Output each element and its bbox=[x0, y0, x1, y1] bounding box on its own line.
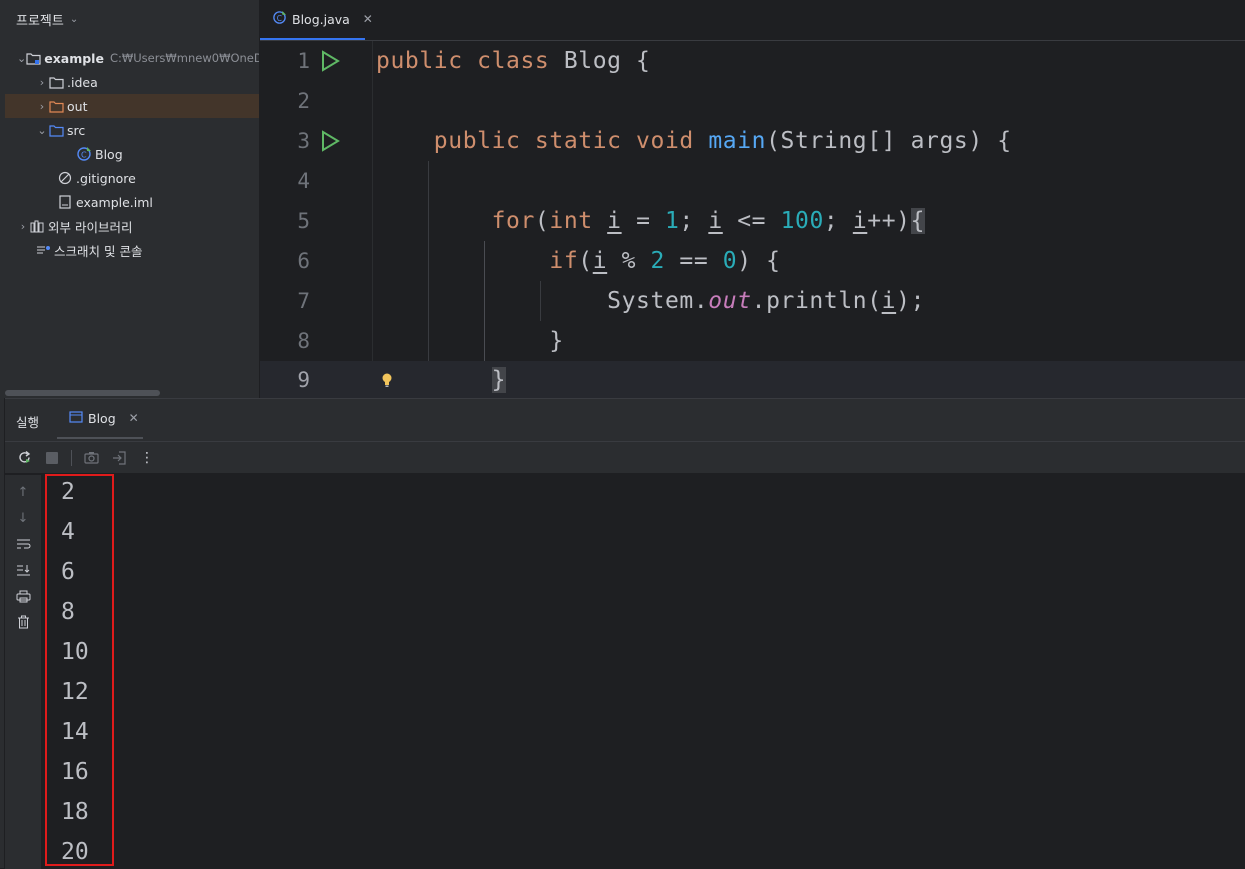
code-line-current[interactable]: 9 } bbox=[260, 361, 1245, 398]
source-folder-icon bbox=[48, 123, 64, 137]
ignore-file-icon bbox=[57, 171, 73, 185]
code-line[interactable]: 8 } bbox=[260, 321, 1245, 361]
tab-blog-java[interactable]: C Blog.java ✕ bbox=[260, 0, 373, 40]
svg-text:C: C bbox=[277, 14, 282, 23]
run-tool-window: 실행 Blog ✕ ⋮ ↑ ↓ 2 4 6 8 10 12 14 16 18 2… bbox=[5, 398, 1245, 869]
tree-item-label: .gitignore bbox=[76, 170, 136, 186]
arrow-up-icon[interactable]: ↑ bbox=[14, 483, 32, 501]
scroll-to-end-icon[interactable] bbox=[14, 561, 32, 579]
line-number: 4 bbox=[297, 169, 310, 193]
project-panel-title-label: 프로젝트 bbox=[16, 14, 64, 29]
run-toolbar: ⋮ bbox=[5, 442, 1245, 474]
code-text: } bbox=[376, 328, 564, 354]
console-side-toolbar: ↑ ↓ bbox=[5, 475, 41, 869]
chevron-down-icon[interactable]: ⌄ bbox=[17, 52, 26, 65]
code-text: if(i % 2 == 0) { bbox=[549, 248, 781, 274]
line-number: 2 bbox=[297, 89, 310, 113]
tree-item-label: 외부 라이브러리 bbox=[48, 219, 133, 235]
line-number: 3 bbox=[297, 129, 310, 153]
tab-label: Blog.java bbox=[292, 11, 350, 27]
code-editor[interactable]: C Blog.java ✕ 1 public class Blog { 2 3 … bbox=[260, 0, 1245, 398]
java-class-icon: C bbox=[272, 10, 287, 28]
code-line[interactable]: 3 public static void main(String[] args)… bbox=[260, 121, 1245, 161]
code-line[interactable]: 5 for(int i = 1; i <= 100; i++){ bbox=[260, 201, 1245, 241]
tree-item-label: example bbox=[44, 50, 104, 66]
code-text: System.out.println(i); bbox=[376, 288, 926, 314]
tree-item-label: example.iml bbox=[76, 194, 153, 210]
chevron-right-icon[interactable]: › bbox=[17, 220, 29, 233]
tree-item-gitignore[interactable]: .gitignore bbox=[5, 166, 259, 190]
tree-item-blog[interactable]: C Blog bbox=[5, 142, 259, 166]
tab-run-blog[interactable]: Blog ✕ bbox=[57, 399, 143, 439]
tree-item-scratches[interactable]: 스크래치 및 콘솔 bbox=[5, 238, 259, 262]
console-icon bbox=[69, 410, 83, 426]
more-options-icon[interactable]: ⋮ bbox=[138, 449, 156, 467]
line-number: 1 bbox=[297, 49, 310, 73]
output-highlight-box bbox=[45, 474, 114, 866]
code-line[interactable]: 7 System.out.println(i); bbox=[260, 281, 1245, 321]
project-panel-title[interactable]: 프로젝트 ⌄ bbox=[16, 10, 78, 29]
print-icon[interactable] bbox=[14, 587, 32, 605]
svg-text:C: C bbox=[81, 151, 87, 160]
file-icon bbox=[57, 195, 73, 209]
project-path: C:₩Users₩mnew0₩OneDriv bbox=[109, 51, 259, 65]
code-line[interactable]: 2 bbox=[260, 81, 1245, 121]
code-text: } bbox=[491, 366, 507, 393]
code-line[interactable]: 6 if(i % 2 == 0) { bbox=[260, 241, 1245, 281]
chevron-down-icon: ⌄ bbox=[69, 14, 79, 25]
tree-item-label: out bbox=[67, 98, 88, 114]
toolbar-separator bbox=[71, 449, 72, 466]
code-line[interactable]: 1 public class Blog { bbox=[260, 41, 1245, 81]
editor-tab-bar: C Blog.java ✕ bbox=[260, 0, 1245, 41]
project-panel: 프로젝트 ⌄ ⌄ example C:₩Users₩mnew0₩OneDriv … bbox=[0, 0, 260, 398]
code-text: public static void main(String[] args) { bbox=[433, 128, 1012, 154]
code-text: for(int i = 1; i <= 100; i++){ bbox=[491, 208, 926, 234]
line-number: 5 bbox=[297, 209, 310, 233]
close-icon[interactable]: ✕ bbox=[129, 411, 139, 425]
project-folder-icon bbox=[26, 51, 41, 65]
run-header: 실행 Blog ✕ bbox=[5, 399, 1245, 442]
tree-item-out[interactable]: › out bbox=[5, 94, 259, 118]
horizontal-scrollbar[interactable] bbox=[5, 390, 160, 396]
login-icon[interactable] bbox=[110, 449, 128, 467]
code-text: public class Blog { bbox=[376, 48, 651, 74]
tree-item-src[interactable]: ⌄ src bbox=[5, 118, 259, 142]
tree-item-external-libraries[interactable]: › 외부 라이브러리 bbox=[5, 214, 259, 238]
folder-icon bbox=[48, 75, 64, 89]
arrow-down-icon[interactable]: ↓ bbox=[14, 509, 32, 527]
tree-item-idea[interactable]: › .idea bbox=[5, 70, 259, 94]
tree-item-label: Blog bbox=[95, 146, 123, 162]
run-panel-title: 실행 bbox=[16, 415, 40, 430]
soft-wrap-icon[interactable] bbox=[14, 535, 32, 553]
run-icon[interactable] bbox=[318, 49, 342, 73]
chevron-right-icon[interactable]: › bbox=[36, 100, 48, 113]
tree-item-example-iml[interactable]: example.iml bbox=[5, 190, 259, 214]
java-class-icon: C bbox=[76, 147, 92, 161]
libraries-icon bbox=[29, 219, 45, 233]
excluded-folder-icon bbox=[48, 99, 64, 113]
stop-icon[interactable] bbox=[43, 449, 61, 467]
trash-icon[interactable] bbox=[14, 613, 32, 631]
chevron-right-icon[interactable]: › bbox=[36, 76, 48, 89]
tree-item-label: src bbox=[67, 122, 86, 138]
line-number: 6 bbox=[297, 249, 310, 273]
console-output[interactable]: 2 4 6 8 10 12 14 16 18 20 bbox=[41, 475, 1245, 869]
tree-item-label: .idea bbox=[67, 74, 98, 90]
tree-item-example[interactable]: ⌄ example C:₩Users₩mnew0₩OneDriv bbox=[5, 46, 259, 70]
rerun-icon[interactable] bbox=[15, 449, 33, 467]
scratches-icon bbox=[35, 243, 51, 257]
line-number: 9 bbox=[297, 367, 310, 392]
camera-icon[interactable] bbox=[82, 449, 100, 467]
tree-item-label: 스크래치 및 콘솔 bbox=[54, 243, 143, 259]
run-icon[interactable] bbox=[318, 129, 342, 153]
run-tab-label: Blog bbox=[88, 410, 116, 426]
line-number: 8 bbox=[297, 329, 310, 353]
close-icon[interactable]: ✕ bbox=[363, 12, 373, 26]
code-line[interactable]: 4 bbox=[260, 161, 1245, 201]
chevron-down-icon[interactable]: ⌄ bbox=[36, 124, 48, 137]
line-number: 7 bbox=[297, 289, 310, 313]
